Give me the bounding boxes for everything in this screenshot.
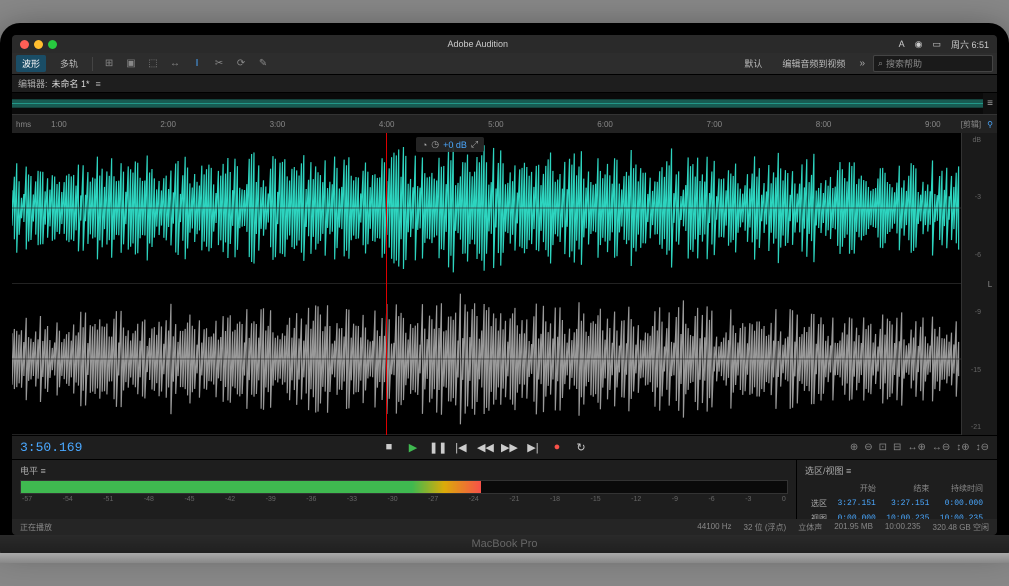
workspace-default[interactable]: 默认 [738,55,768,72]
time-mark: 3:00 [270,120,286,129]
help-search[interactable]: ⌕ 搜索帮助 [873,55,993,72]
time-mark: 6:00 [597,120,613,129]
overview-waveform[interactable]: ≡ [12,93,997,115]
zoom-in-ampl-icon[interactable]: ↕⊕ [956,442,969,453]
zoom-out-time-icon[interactable]: ↔⊖ [932,442,950,453]
time-mark: 9:00 [925,120,941,129]
play-button[interactable]: ▶ [405,441,421,454]
status-bit-depth: 32 位 (浮点) [744,522,787,533]
editor-label: 编辑器: [18,77,48,90]
time-unit: hms [16,120,31,129]
minimize-window-button[interactable] [34,40,43,49]
transport-bar: 3:50.169 ■ ▶ ❚❚ |◀ ◀◀ ▶▶ ▶| ● ↻ ⊕ ⊖ ⊡ ⊟ … [12,435,997,459]
selection-title: 选区/视图 [805,466,844,476]
waveform-display[interactable]: ◔ ◷ +0 dB ⤢ dB-3-6-9-15-21 L [12,133,997,435]
pin-icon[interactable]: ⚲ [987,120,993,129]
timeline-ruler[interactable]: hms 1:00 2:00 3:00 4:00 5:00 6:00 7:00 8:00 9:00… [12,115,997,133]
move-tool-icon[interactable]: ↔ [167,57,183,71]
razor-tool-icon[interactable]: ✂ [211,57,227,71]
selection-menu-icon[interactable]: ≡ [846,466,851,476]
editor-filename[interactable]: 未命名 1* [52,77,90,90]
panel-menu-icon[interactable]: ≡ [96,79,101,89]
multitrack-tab[interactable]: 多轨 [54,55,84,72]
editor-header: 编辑器: 未命名 1* ≡ [12,75,997,93]
hud-expand-icon[interactable]: ⤢ [471,139,478,150]
levels-menu-icon[interactable]: ≡ [41,466,46,476]
time-select-icon[interactable]: I [189,57,205,71]
channel-label-left: L [983,133,997,435]
time-mark: 5:00 [488,120,504,129]
sel-row-label: 选区 [807,497,831,510]
pause-button[interactable]: ❚❚ [429,441,445,454]
status-playing: 正在播放 [20,522,52,533]
skip-back-button[interactable]: |◀ [453,441,469,454]
playhead[interactable] [386,133,387,435]
macos-menubar: Adobe Audition A ◉ ▭ 周六 6:51 [12,35,997,53]
db-scale-left: dB-3-6-9-15-21 [961,133,983,435]
time-mark: 4:00 [379,120,395,129]
time-mark: 2:00 [160,120,176,129]
levels-panel: 电平 ≡ -57-54-51-48-45-42-39-36-33-30-27-2… [12,460,797,519]
status-duration: 10:00.235 [885,522,921,533]
hud-gain-value[interactable]: +0 dB [443,140,467,150]
status-sample-rate: 44100 Hz [697,522,731,533]
status-channels: 立体声 [798,522,822,533]
record-button[interactable]: ● [549,441,565,454]
right-channel-track[interactable] [12,284,961,435]
clock[interactable]: 周六 6:51 [951,38,989,51]
close-window-button[interactable] [20,40,29,49]
zoom-in-icon[interactable]: ⊕ [850,442,858,453]
adobe-icon[interactable]: A [899,39,905,49]
brush-tool-icon[interactable]: ✎ [255,57,271,71]
rewind-button[interactable]: ◀◀ [477,441,493,454]
battery-icon[interactable]: ▭ [932,39,941,50]
level-meter[interactable] [20,480,788,494]
col-end: 结束 [882,482,934,495]
sel-end[interactable]: 3:27.151 [882,497,934,510]
overview-options-icon[interactable]: ≡ [983,98,997,109]
marquee-tool-icon[interactable]: ▣ [123,57,139,71]
workspace-more-icon[interactable]: » [859,58,865,69]
zoom-full-icon[interactable]: ⊡ [879,442,887,453]
app-title: Adobe Audition [57,39,899,49]
status-bar: 正在播放 44100 Hz 32 位 (浮点) 立体声 201.95 MB 10… [12,519,997,535]
laptop-base: MacBook Pro [0,535,1009,563]
hud-pan-icon: ◔ [422,140,427,150]
wifi-icon[interactable]: ◉ [915,39,923,50]
selection-panel: 选区/视图 ≡ 开始结束持续时间 选区3:27.1513:27.1510:00.… [797,460,997,519]
lasso-tool-icon[interactable]: ⬚ [145,57,161,71]
zoom-in-time-icon[interactable]: ↔⊕ [907,442,925,453]
search-icon: ⌕ [878,58,883,69]
left-channel-track[interactable] [12,133,961,284]
waveform-tab[interactable]: 波形 [16,55,46,72]
sel-duration[interactable]: 0:00.000 [935,497,987,510]
status-disk: 320.48 GB 空闲 [933,522,989,533]
forward-button[interactable]: ▶▶ [501,441,517,454]
maximize-window-button[interactable] [48,40,57,49]
timecode-display[interactable]: 3:50.169 [20,440,120,455]
col-start: 开始 [833,482,880,495]
loop-button[interactable]: ↻ [573,441,589,454]
status-file-size: 201.95 MB [834,522,873,533]
time-mark: 8:00 [816,120,832,129]
timeline-end-label: [剪辑] [961,119,981,130]
editor-main: ≡ hms 1:00 2:00 3:00 4:00 5:00 6:00 7:00 8:00 9:… [12,93,997,435]
zoom-out-icon[interactable]: ⊖ [864,442,872,453]
slip-tool-icon[interactable]: ⟳ [233,57,249,71]
sel-start[interactable]: 3:27.151 [833,497,880,510]
stop-button[interactable]: ■ [381,441,397,454]
zoom-out-ampl-icon[interactable]: ↕⊖ [976,442,989,453]
levels-title: 电平 [20,466,38,476]
time-mark: 7:00 [707,120,723,129]
skip-forward-button[interactable]: ▶| [525,441,541,454]
main-toolbar: 波形 多轨 ⊞ ▣ ⬚ ↔ I ✂ ⟳ ✎ 默认 编辑音频到视频 » ⌕ 搜索帮… [12,53,997,75]
zoom-selection-icon[interactable]: ⊟ [893,442,901,453]
col-duration: 持续时间 [935,482,987,495]
hud-overlay[interactable]: ◔ ◷ +0 dB ⤢ [416,137,484,152]
workspace-audio-video[interactable]: 编辑音频到视频 [776,55,851,72]
hud-clock-icon: ◷ [431,139,439,150]
hand-tool-icon[interactable]: ⊞ [101,57,117,71]
time-mark: 1:00 [51,120,67,129]
